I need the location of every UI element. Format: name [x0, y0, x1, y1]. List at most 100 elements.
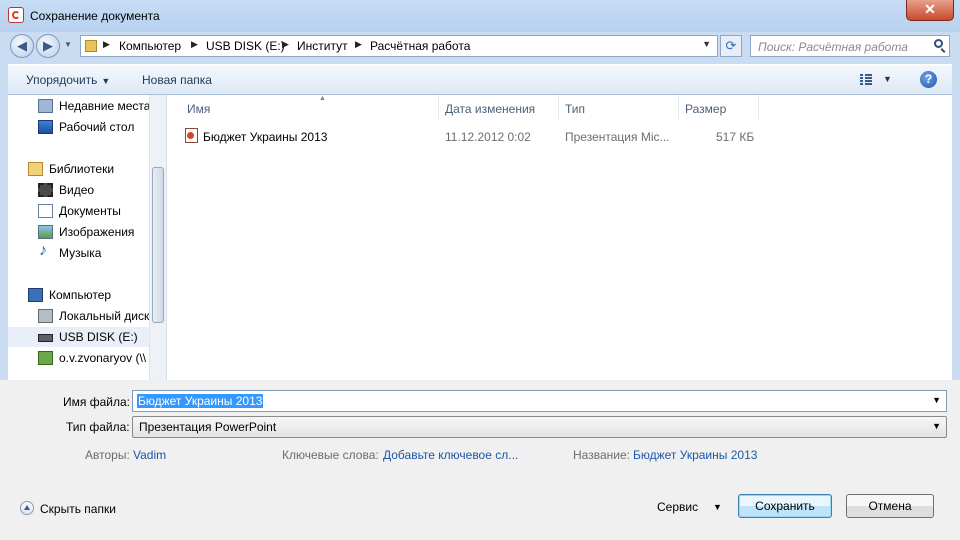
music-icon: [38, 242, 53, 260]
chevron-down-icon[interactable]: ▼: [932, 395, 941, 405]
nav-item-computer[interactable]: Компьютер: [8, 285, 158, 305]
refresh-button[interactable]: ⟳: [720, 35, 742, 57]
column-header-name[interactable]: Имя ▲: [181, 95, 439, 119]
search-icon[interactable]: [934, 39, 943, 48]
nav-item-music[interactable]: Музыка: [8, 242, 158, 263]
nav-item-libraries[interactable]: Библиотеки: [8, 159, 158, 179]
title-bar: Сохранение документа ✕: [0, 0, 960, 32]
column-header-type[interactable]: Тип: [559, 95, 679, 119]
authors-field[interactable]: Vadim: [133, 448, 166, 462]
breadcrumb-usb-disk[interactable]: USB DISK (E:): [206, 39, 285, 53]
filename-value[interactable]: Бюджет Украины 2013: [137, 394, 264, 408]
file-type: Презентация Mic...: [565, 130, 670, 144]
recent-places-icon: [38, 99, 53, 113]
column-header-size[interactable]: Размер: [679, 95, 759, 119]
nav-item-documents[interactable]: Документы: [8, 201, 158, 221]
breadcrumb-separator-icon[interactable]: ▶: [282, 39, 289, 50]
chevron-down-icon[interactable]: ▼: [932, 421, 941, 431]
navigation-pane: Недавние места Рабочий стол Библиотеки В…: [8, 95, 167, 380]
nav-item-label: Рабочий стол: [59, 120, 135, 134]
documents-icon: [38, 204, 53, 218]
nav-item-label: Локальный диск: [59, 309, 150, 323]
column-header-label: Имя: [187, 102, 211, 116]
column-header-label: Дата изменения: [445, 102, 536, 116]
file-date: 11.12.2012 0:02: [445, 130, 531, 144]
filename-label: Имя файла:: [63, 395, 130, 409]
breadcrumb-computer[interactable]: Компьютер: [119, 39, 181, 53]
keywords-label: Ключевые слова:: [282, 448, 379, 462]
save-button[interactable]: Сохранить: [738, 494, 832, 518]
organize-menu[interactable]: Упорядочить ▼: [26, 73, 110, 87]
nav-item-label: Компьютер: [49, 288, 112, 302]
filetype-select[interactable]: Презентация PowerPoint ▼: [132, 416, 947, 438]
column-header-date[interactable]: Дата изменения: [439, 95, 559, 119]
column-header-label: Размер: [685, 102, 727, 116]
tools-menu-button[interactable]: Сервис: [657, 500, 698, 514]
recent-pages-dropdown-icon[interactable]: ▼: [64, 40, 72, 49]
hide-folders-label: Скрыть папки: [40, 502, 116, 516]
nav-item-desktop[interactable]: Рабочий стол: [8, 117, 158, 137]
sort-ascending-icon: ▲: [319, 95, 326, 102]
desktop-icon: [38, 120, 53, 134]
file-list: Имя ▲ Дата изменения Тип Размер Бюджет Ук…: [167, 95, 952, 380]
file-size: 517 КБ: [716, 130, 755, 144]
images-icon: [38, 225, 53, 239]
command-toolbar: Упорядочить ▼ Новая папка ▼ ?: [8, 64, 952, 95]
file-name: Бюджет Украины 2013: [203, 130, 328, 144]
address-history-dropdown-icon[interactable]: ▼: [702, 39, 711, 49]
change-view-icon[interactable]: [860, 73, 872, 85]
filetype-label: Тип файла:: [66, 420, 130, 434]
nav-item-video[interactable]: Видео: [8, 180, 158, 200]
main-content: Недавние места Рабочий стол Библиотеки В…: [8, 95, 952, 380]
breadcrumb-separator-icon[interactable]: ▶: [355, 39, 362, 50]
nav-item-label: Музыка: [59, 246, 102, 260]
view-options-dropdown-icon[interactable]: ▼: [883, 74, 892, 84]
cancel-button[interactable]: Отмена: [846, 494, 934, 518]
network-drive-icon: [38, 351, 53, 365]
powerpoint-app-icon: [8, 7, 24, 23]
search-placeholder: Поиск: Расчётная работа: [758, 40, 908, 54]
save-form: Имя файла: Бюджет Украины 2013 ▼ Тип фай…: [0, 380, 960, 540]
search-box[interactable]: Поиск: Расчётная работа: [750, 35, 950, 57]
nav-item-network-drive[interactable]: o.v.zvonaryov (\\: [8, 348, 158, 368]
organize-label: Упорядочить: [26, 73, 98, 87]
keywords-field[interactable]: Добавьте ключевое сл...: [383, 448, 518, 462]
breadcrumb-separator-icon[interactable]: ▶: [103, 39, 110, 50]
nav-item-label: Документы: [59, 204, 121, 218]
chevron-down-icon: ▼: [101, 76, 111, 86]
column-header-label: Тип: [565, 102, 586, 116]
navigation-scrollbar[interactable]: [149, 95, 166, 380]
powerpoint-file-icon: [185, 128, 198, 143]
breadcrumb-institute[interactable]: Институт: [297, 39, 348, 53]
filename-input[interactable]: Бюджет Украины 2013 ▼: [132, 390, 947, 412]
nav-item-label: o.v.zvonaryov (\\: [59, 351, 147, 365]
new-folder-button[interactable]: Новая папка: [142, 73, 212, 87]
nav-item-recent-places[interactable]: Недавние места: [8, 96, 158, 116]
file-row[interactable]: Бюджет Украины 2013 11.12.2012 0:02 През…: [181, 126, 781, 146]
nav-item-local-disk[interactable]: Локальный диск: [8, 306, 158, 326]
collapse-up-icon: [20, 501, 34, 515]
back-button[interactable]: ◀: [10, 34, 34, 58]
libraries-icon: [28, 162, 43, 176]
forward-button[interactable]: ▶: [36, 34, 60, 58]
close-button[interactable]: ✕: [906, 0, 954, 21]
navigation-bar: ◀ ▶ ▼ ▶ Компьютер ▶ USB DISK (E:) ▶ Инст…: [0, 32, 960, 60]
address-bar[interactable]: ▶ Компьютер ▶ USB DISK (E:) ▶ Институт ▶…: [80, 35, 718, 57]
usb-drive-icon: [38, 334, 53, 342]
nav-item-label: Изображения: [59, 225, 135, 239]
nav-item-label: Библиотеки: [49, 162, 115, 176]
scrollbar-thumb[interactable]: [152, 167, 164, 323]
refresh-icon: ⟳: [725, 38, 737, 53]
breadcrumb-separator-icon[interactable]: ▶: [191, 39, 198, 50]
breadcrumb-current-folder[interactable]: Расчётная работа: [370, 39, 470, 53]
nav-item-usb-disk[interactable]: USB DISK (E:): [8, 327, 158, 347]
computer-icon: [28, 288, 43, 302]
title-field[interactable]: Бюджет Украины 2013: [633, 448, 757, 462]
nav-item-label: Недавние места: [59, 99, 151, 113]
nav-item-label: Видео: [59, 183, 95, 197]
chevron-down-icon[interactable]: ▼: [713, 502, 722, 512]
help-icon[interactable]: ?: [920, 71, 937, 88]
title-label: Название:: [573, 448, 630, 462]
nav-item-images[interactable]: Изображения: [8, 222, 158, 242]
local-disk-icon: [38, 309, 53, 323]
